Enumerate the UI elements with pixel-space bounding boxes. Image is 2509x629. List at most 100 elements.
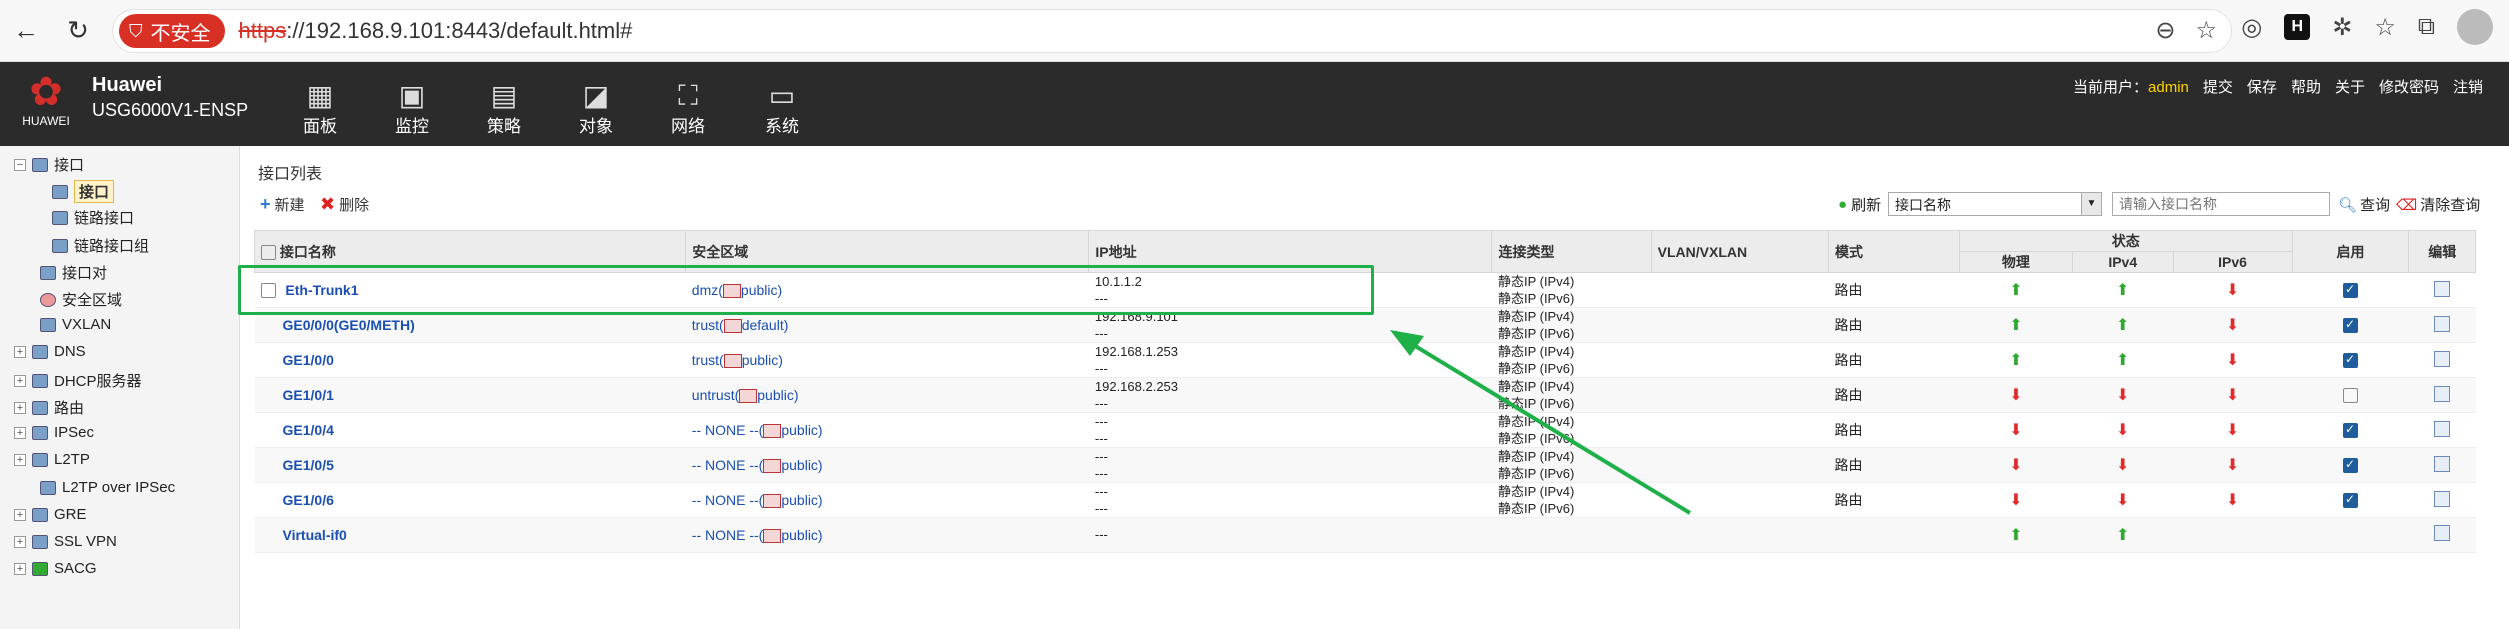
expand-icon[interactable]: + <box>14 562 26 575</box>
nav-system[interactable]: ▭ 系统 <box>750 80 814 137</box>
zone-link[interactable]: trust( <box>692 317 724 333</box>
expand-icon[interactable]: + <box>14 426 26 439</box>
search-field-select[interactable]: 接口名称 ▼ <box>1888 192 2102 216</box>
vsys-link[interactable]: public) <box>781 457 822 473</box>
new-button[interactable]: + 新建 <box>260 194 305 215</box>
interface-name-link[interactable]: GE0/0/0(GE0/METH) <box>283 317 415 333</box>
change-password-link[interactable]: 修改密码 <box>2379 76 2439 97</box>
submit-link[interactable]: 提交 <box>2203 76 2233 97</box>
help-link[interactable]: 帮助 <box>2291 76 2321 97</box>
expand-icon[interactable]: + <box>14 345 26 358</box>
edit-icon[interactable] <box>2434 490 2451 507</box>
favorite-star-icon[interactable]: ☆ <box>2195 16 2217 45</box>
zoom-icon[interactable]: ⊖ <box>2155 16 2175 45</box>
zone-link[interactable]: -- NONE --( <box>692 527 764 543</box>
nav-monitor[interactable]: ▣ 监控 <box>380 80 444 137</box>
sidebar-item-ssl-vpn[interactable]: + SSL VPN <box>14 533 117 550</box>
sidebar-item-link-interface-group[interactable]: 链路接口组 <box>52 235 149 256</box>
edit-icon[interactable] <box>2434 385 2451 402</box>
clear-query-button[interactable]: ⌫ 清除查询 <box>2396 194 2480 215</box>
zone-link[interactable]: -- NONE --( <box>692 457 764 473</box>
expand-icon[interactable]: + <box>14 535 26 548</box>
extension-h-icon[interactable]: H <box>2284 14 2311 40</box>
vsys-link[interactable]: public) <box>781 527 822 543</box>
sidebar-item-security-zone[interactable]: 安全区域 <box>40 289 122 310</box>
zone-link[interactable]: -- NONE --( <box>692 422 764 438</box>
enable-checkbox[interactable] <box>2342 352 2358 369</box>
expand-icon[interactable]: + <box>14 453 26 466</box>
delete-button[interactable]: ✖ 删除 <box>320 194 369 215</box>
interface-name-link[interactable]: GE1/0/1 <box>283 387 334 403</box>
sidebar-item-l2tp-over-ipsec[interactable]: L2TP over IPSec <box>40 479 175 496</box>
edit-icon[interactable] <box>2434 420 2451 437</box>
enable-checkbox[interactable] <box>2342 282 2358 299</box>
dropdown-arrow-icon[interactable]: ▼ <box>2081 193 2101 215</box>
sidebar-item-vxlan[interactable]: VXLAN <box>40 316 111 333</box>
edit-icon[interactable] <box>2434 280 2451 297</box>
collapse-icon[interactable]: − <box>14 158 26 171</box>
address-bar[interactable]: ⛉ 不安全 https://192.168.9.101:8443/default.… <box>112 9 2232 53</box>
reload-icon[interactable]: ↻ <box>58 11 98 51</box>
vsys-link[interactable]: public) <box>781 492 822 508</box>
sidebar-item-interface-pair[interactable]: 接口对 <box>40 262 107 283</box>
sidebar-item-ipsec[interactable]: + IPSec <box>14 424 94 441</box>
enable-checkbox[interactable] <box>2342 422 2358 439</box>
gre-icon <box>32 507 48 522</box>
col-ipv4: IPv4 <box>2071 251 2174 273</box>
sidebar-item-dns[interactable]: + DNS <box>14 343 86 360</box>
zone-link[interactable]: trust( <box>692 352 724 368</box>
insecure-badge[interactable]: ⛉ 不安全 <box>119 14 225 48</box>
expand-icon[interactable]: + <box>14 374 26 387</box>
edit-icon[interactable] <box>2434 525 2451 542</box>
sidebar-item-gre[interactable]: + GRE <box>14 506 87 523</box>
nav-network[interactable]: ⛶ 网络 <box>656 80 720 137</box>
nav-object[interactable]: ◪ 对象 <box>564 80 628 137</box>
refresh-button[interactable]: ● 刷新 <box>1838 194 1881 215</box>
expand-icon[interactable]: + <box>14 508 26 521</box>
sidebar-item-sacg[interactable]: + SACG <box>14 560 97 577</box>
about-link[interactable]: 关于 <box>2335 76 2365 97</box>
vsys-link[interactable]: public) <box>742 352 783 368</box>
interface-name-link[interactable]: GE1/0/0 <box>283 352 334 368</box>
vsys-link[interactable]: public) <box>757 387 798 403</box>
collections-icon[interactable]: ⧉ <box>2418 13 2435 41</box>
enable-checkbox[interactable] <box>2342 388 2358 404</box>
back-icon[interactable]: ← <box>6 11 46 51</box>
enable-checkbox[interactable] <box>2342 457 2358 474</box>
sidebar-item-routing[interactable]: + 路由 <box>14 397 84 418</box>
interface-name-link[interactable]: Virtual-if0 <box>283 527 347 543</box>
sidebar-item-dhcp[interactable]: + DHCP服务器 <box>14 370 142 391</box>
expand-icon[interactable]: + <box>14 401 26 414</box>
nav-dashboard[interactable]: ▦ 面板 <box>288 80 352 137</box>
profile-avatar[interactable] <box>2457 9 2493 45</box>
search-input[interactable] <box>2112 192 2330 216</box>
edit-icon[interactable] <box>2434 455 2451 472</box>
col-ctype[interactable]: 连接类型 <box>1491 230 1652 273</box>
select-all-checkbox[interactable] <box>261 245 276 261</box>
vsys-link[interactable]: default) <box>742 317 789 333</box>
sidebar-item-interface-group[interactable]: − 接口 <box>14 154 84 175</box>
sidebar-item-link-interface[interactable]: 链路接口 <box>52 207 134 228</box>
sidebar-item-interface[interactable]: 接口 <box>52 180 115 203</box>
zone-link[interactable]: untrust( <box>692 387 739 403</box>
nav-policy[interactable]: ▤ 策略 <box>472 80 536 137</box>
extensions-puzzle-icon[interactable]: ✲ <box>2332 13 2352 42</box>
interface-name-link[interactable]: GE1/0/5 <box>283 457 334 473</box>
col-mode[interactable]: 模式 <box>1828 230 1960 273</box>
col-enable[interactable]: 启用 <box>2291 230 2410 273</box>
favorites-list-icon[interactable]: ☆ <box>2374 13 2396 42</box>
edit-icon[interactable] <box>2434 350 2451 367</box>
enable-checkbox[interactable] <box>2342 317 2358 334</box>
enable-checkbox[interactable] <box>2342 492 2358 509</box>
col-vlan[interactable]: VLAN/VXLAN <box>1650 230 1830 273</box>
zone-link[interactable]: -- NONE --( <box>692 492 764 508</box>
query-button[interactable]: 🔍︎ 查询 <box>2338 194 2390 215</box>
edit-icon[interactable] <box>2434 315 2451 332</box>
logout-link[interactable]: 注销 <box>2453 76 2483 97</box>
interface-name-link[interactable]: GE1/0/4 <box>283 422 334 438</box>
sidebar-item-l2tp[interactable]: + L2TP <box>14 451 90 468</box>
extension-circle-icon[interactable]: ◎ <box>2241 13 2262 42</box>
interface-name-link[interactable]: GE1/0/6 <box>283 492 334 508</box>
vsys-link[interactable]: public) <box>781 422 822 438</box>
save-link[interactable]: 保存 <box>2247 76 2277 97</box>
